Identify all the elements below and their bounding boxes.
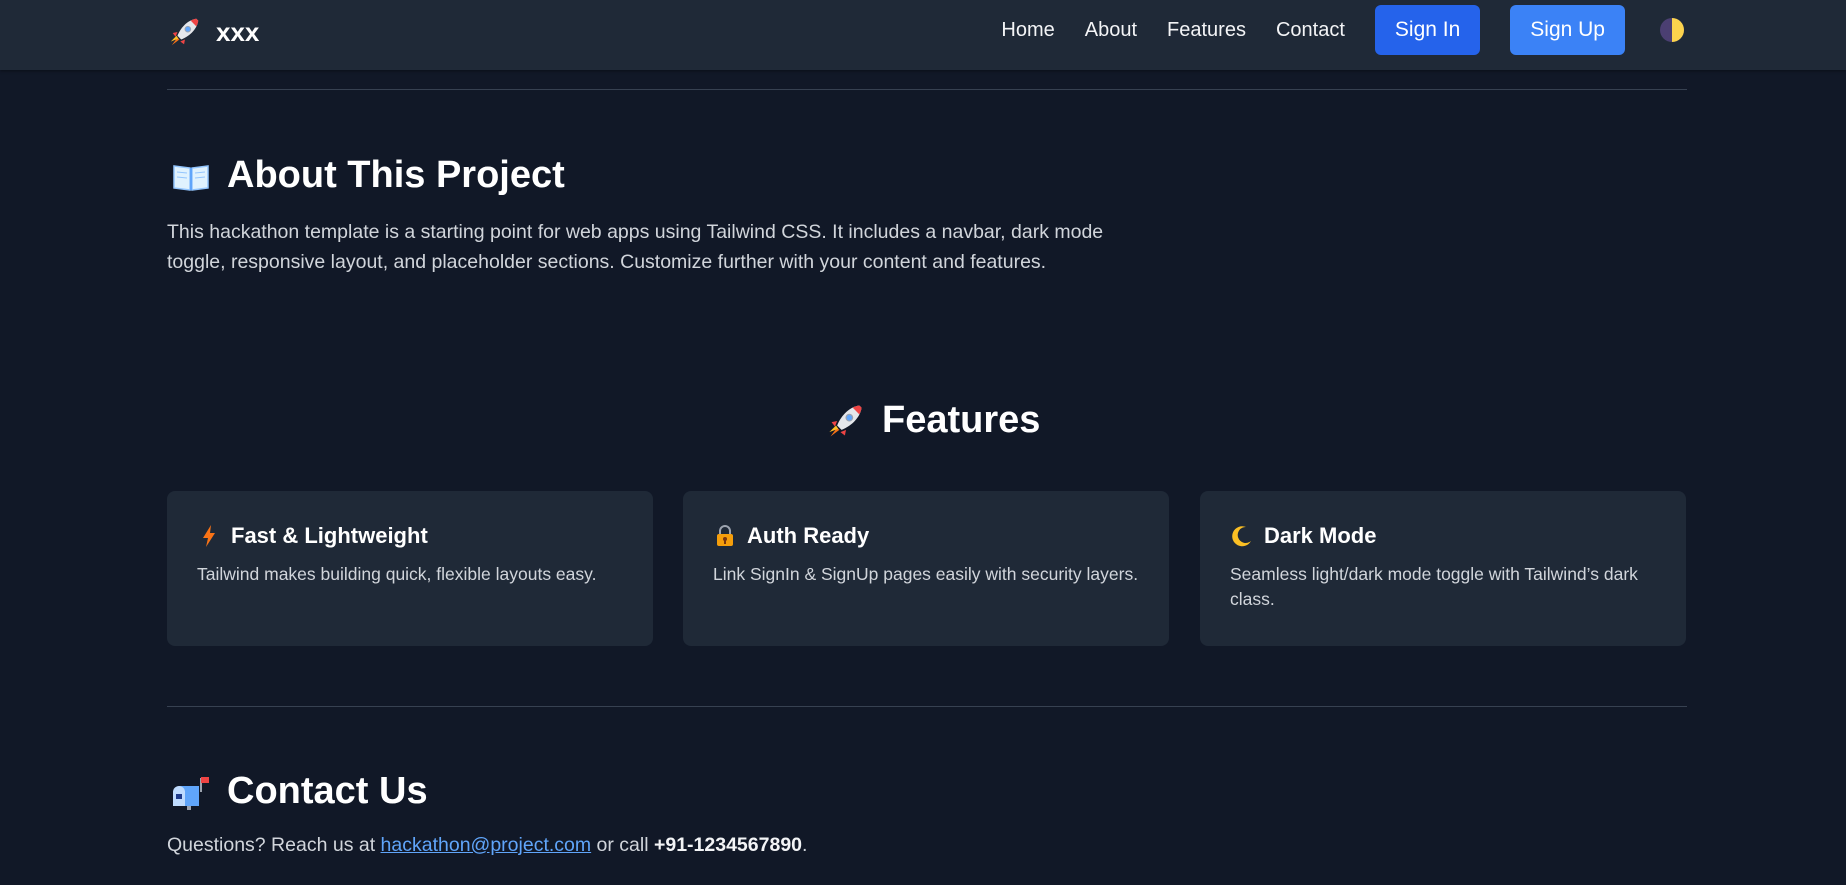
about-description: This hackathon template is a starting po… <box>167 221 1104 273</box>
contact-heading: Contact Us <box>227 770 428 812</box>
nav-link-about[interactable]: About <box>1085 19 1137 42</box>
feature-title-text: Fast & Lightweight <box>231 523 428 548</box>
contact-description: Questions? Reach us at hackathon@project… <box>167 834 807 857</box>
sign-in-button[interactable]: Sign In <box>1374 5 1481 55</box>
nav-link-home[interactable]: Home <box>1001 19 1054 42</box>
feature-card: Dark Mode Seamless light/dark mode toggl… <box>1200 491 1686 646</box>
feature-title-text: Dark Mode <box>1264 523 1377 548</box>
about-title: About This Project <box>171 154 565 197</box>
half-moon-icon[interactable] <box>1659 17 1685 43</box>
feature-card-title: Auth Ready <box>713 521 1139 551</box>
features-title: Features <box>826 399 1040 442</box>
nav-links: Home About Features Contact Sign In Sign… <box>1001 5 1685 55</box>
navbar: xxx Home About Features Contact Sign In … <box>0 0 1846 70</box>
feature-card-title: Dark Mode <box>1230 521 1656 551</box>
lightning-icon <box>203 525 215 547</box>
mailbox-icon <box>173 776 209 810</box>
open-book-icon <box>173 164 209 191</box>
brand-name: xxx <box>216 16 260 47</box>
brand[interactable]: xxx <box>168 14 259 50</box>
crescent-moon-icon <box>1232 526 1251 547</box>
lock-key-icon <box>717 525 733 546</box>
contact-middle: or call <box>591 834 654 856</box>
rocket-icon <box>829 404 862 437</box>
sign-up-button[interactable]: Sign Up <box>1510 5 1625 55</box>
nav-link-contact[interactable]: Contact <box>1276 19 1345 42</box>
features-divider <box>167 706 1687 707</box>
feature-card: Auth Ready Link SignIn & SignUp pages ea… <box>683 491 1169 646</box>
top-divider <box>167 89 1687 90</box>
about-heading: About This Project <box>227 154 565 196</box>
rocket-icon <box>168 15 202 49</box>
feature-description: Link SignIn & SignUp pages easily with s… <box>713 564 1139 584</box>
feature-description: Tailwind makes building quick, flexible … <box>197 564 597 584</box>
feature-title-text: Auth Ready <box>747 523 870 548</box>
phone-number: +91-1234567890 <box>653 834 803 856</box>
features-heading: Features <box>882 399 1041 441</box>
feature-card: Fast & Lightweight Tailwind makes buildi… <box>167 491 653 646</box>
feature-card-title: Fast & Lightweight <box>197 521 623 551</box>
email-link[interactable]: hackathon@project.com <box>381 834 592 856</box>
contact-prefix: Questions? Reach us at <box>167 834 381 856</box>
contact-suffix: . <box>802 834 808 856</box>
feature-description: Seamless light/dark mode toggle with Tai… <box>1230 564 1638 609</box>
contact-title: Contact Us <box>171 770 428 813</box>
nav-link-features[interactable]: Features <box>1167 19 1246 42</box>
